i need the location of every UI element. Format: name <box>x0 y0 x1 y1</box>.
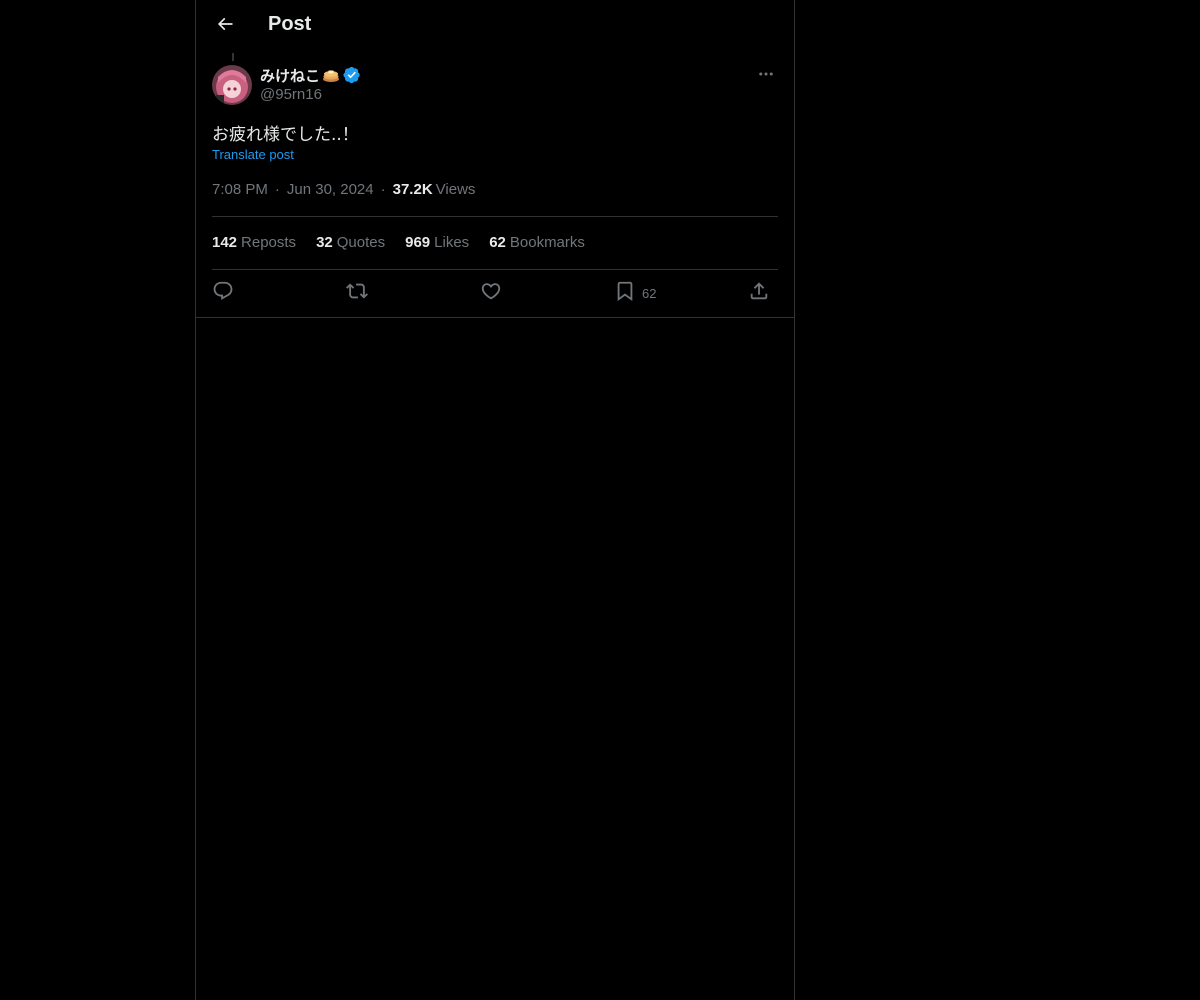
repost-button[interactable] <box>346 282 368 304</box>
stat-bookmarks[interactable]: 62 Bookmarks <box>489 234 585 251</box>
bookmark-count: 62 <box>642 285 657 301</box>
views-label: Views <box>435 181 476 198</box>
stat-count: 142 <box>212 234 238 251</box>
top-bar: Post <box>196 0 794 53</box>
post-time[interactable]: 7:08 PM <box>212 181 268 198</box>
stat-likes[interactable]: 969 Likes <box>405 234 469 251</box>
bookmark-icon <box>614 280 636 307</box>
reply-button[interactable] <box>212 280 234 307</box>
more-options-button[interactable] <box>752 66 780 86</box>
post-bottom-border <box>196 317 794 318</box>
verified-badge-icon[interactable] <box>343 66 361 84</box>
stat-label: Reposts <box>241 234 297 251</box>
reply-icon <box>212 280 234 307</box>
engagement-stats: 142 Reposts 32 Quotes 969 Likes 62 Bookmarks <box>212 234 605 251</box>
bookmark-button[interactable]: 62 <box>614 280 657 307</box>
author-info: みけねこ @95rn16 <box>260 65 361 103</box>
stat-label: Bookmarks <box>509 234 585 251</box>
divider <box>212 216 778 217</box>
author-handle[interactable]: @95rn16 <box>260 86 361 103</box>
back-button[interactable] <box>208 9 242 43</box>
avatar[interactable] <box>212 65 252 105</box>
page-title: Post <box>268 13 312 35</box>
author-display-name[interactable]: みけねこ <box>260 65 320 86</box>
share-icon <box>748 280 770 307</box>
display-name-row: みけねこ <box>260 65 361 85</box>
heart-icon <box>480 280 502 307</box>
thread-line <box>232 53 234 61</box>
meta-separator: · <box>274 181 280 198</box>
share-button[interactable] <box>748 280 770 307</box>
post-date[interactable]: Jun 30, 2024 <box>287 181 374 198</box>
stat-count: 62 <box>489 234 506 251</box>
arrow-left-icon <box>215 14 235 39</box>
more-horizontal-icon <box>757 65 775 88</box>
stat-count: 969 <box>405 234 431 251</box>
repost-icon <box>346 280 368 307</box>
views-count: 37.2K <box>392 181 433 198</box>
stat-quotes[interactable]: 32 Quotes <box>316 234 385 251</box>
post-text: お疲れ様でした..！ <box>212 125 359 145</box>
translate-post-link[interactable]: Translate post <box>212 147 294 162</box>
meta-separator: · <box>380 181 386 198</box>
stat-count: 32 <box>316 234 333 251</box>
primary-column: Post みけねこ @95rn16 お疲れ様でした..！ Translate p… <box>195 0 795 1000</box>
stat-label: Quotes <box>336 234 386 251</box>
pancake-emoji-icon <box>322 66 340 84</box>
stat-reposts[interactable]: 142 Reposts <box>212 234 296 251</box>
post-meta: 7:08 PM · Jun 30, 2024 · 37.2K Views <box>212 181 475 198</box>
stat-label: Likes <box>434 234 470 251</box>
action-bar: 62 <box>212 270 778 317</box>
like-button[interactable] <box>480 282 502 304</box>
